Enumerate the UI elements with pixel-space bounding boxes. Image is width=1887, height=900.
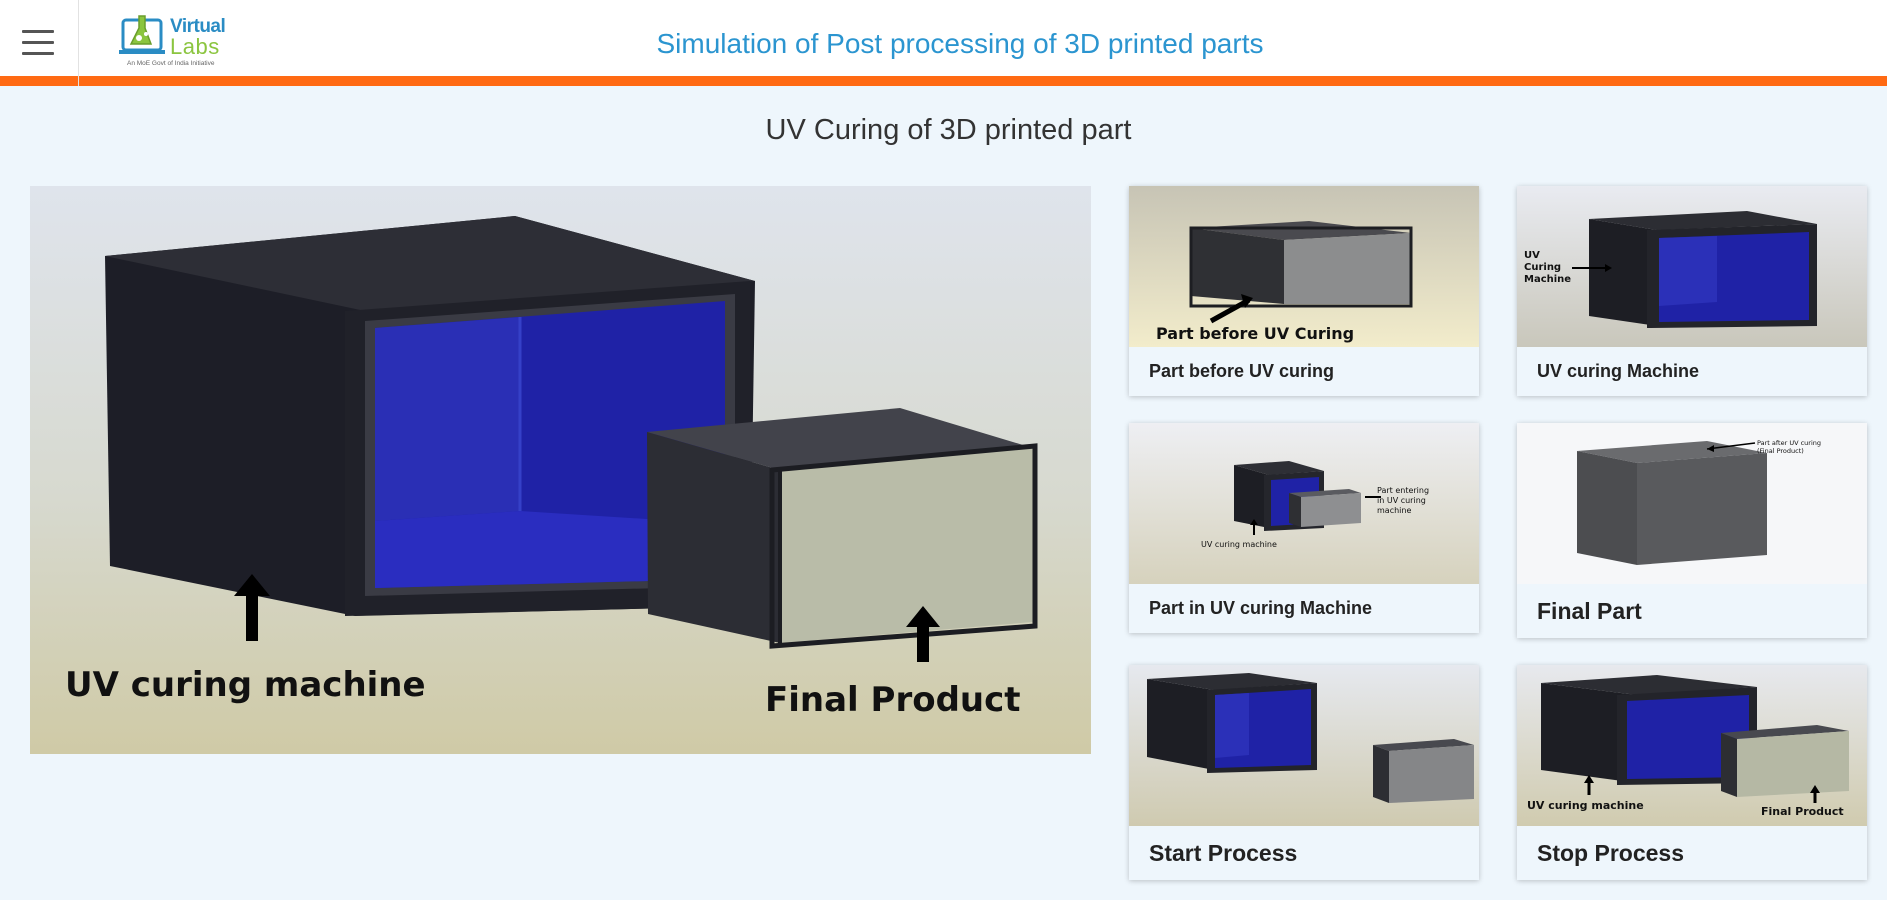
svg-text:Part entering: Part entering <box>1377 486 1429 495</box>
main-preview-image: UV curing machine Final Product <box>30 186 1091 754</box>
card-part-before-uv-curing[interactable]: Part before UV Curing Part before UV cur… <box>1129 186 1479 396</box>
card-caption: Start Process <box>1149 839 1298 866</box>
thumb-text-part: Final Product <box>1761 805 1844 818</box>
card-thumbnail: UV curing machine Final Product <box>1517 665 1867 826</box>
card-thumbnail: Part after UV curing (Final Product) <box>1517 423 1867 584</box>
card-caption: Stop Process <box>1537 839 1684 866</box>
hamburger-icon[interactable] <box>0 0 79 86</box>
svg-text:Curing: Curing <box>1524 262 1561 273</box>
thumb-text-machine: UV curing machine <box>1527 799 1644 812</box>
svg-text:(Final Product): (Final Product) <box>1757 447 1804 455</box>
svg-text:Machine: Machine <box>1524 274 1571 285</box>
start-process-button[interactable]: Start Process <box>1129 665 1479 880</box>
card-caption: Final Part <box>1537 597 1642 624</box>
app-header: Virtual Labs An MoE Govt of India Initia… <box>0 0 1887 86</box>
card-uv-curing-machine[interactable]: UV Curing Machine UV curing Machine <box>1517 186 1867 396</box>
thumb-text: Part before UV Curing <box>1156 324 1354 343</box>
card-caption: Part in UV curing Machine <box>1149 598 1373 618</box>
card-thumbnail: UV Curing Machine <box>1517 186 1867 347</box>
logo-line2: Labs <box>170 34 220 59</box>
svg-text:machine: machine <box>1377 506 1411 515</box>
svg-text:Part after UV curing: Part after UV curing <box>1757 439 1821 447</box>
svg-text:UV: UV <box>1524 250 1540 261</box>
page-title: Simulation of Post processing of 3D prin… <box>656 28 1264 59</box>
card-caption: Part before UV curing <box>1149 361 1335 381</box>
card-thumbnail: Part before UV Curing <box>1129 186 1479 347</box>
card-final-part[interactable]: Part after UV curing (Final Product) Fin… <box>1517 423 1867 638</box>
section-title: UV Curing of 3D printed part <box>765 114 1132 146</box>
card-caption: UV curing Machine <box>1537 361 1700 381</box>
thumb-text-machine: UV curing machine <box>1201 540 1277 549</box>
logo-tagline: An MoE Govt of India Initiative <box>127 60 215 67</box>
stop-process-button[interactable]: UV curing machine Final Product Stop Pro… <box>1517 665 1867 880</box>
svg-text:in UV curing: in UV curing <box>1377 496 1426 505</box>
virtual-labs-logo[interactable]: Virtual Labs An MoE Govt of India Initia… <box>115 10 235 72</box>
card-part-in-uv-curing-machine[interactable]: UV curing machine Part entering in UV cu… <box>1129 423 1479 633</box>
label-uv-machine: UV curing machine <box>65 665 426 705</box>
label-final-product: Final Product <box>765 680 1021 720</box>
card-thumbnail: UV curing machine Part entering in UV cu… <box>1129 423 1479 584</box>
card-thumbnail <box>1129 665 1479 826</box>
